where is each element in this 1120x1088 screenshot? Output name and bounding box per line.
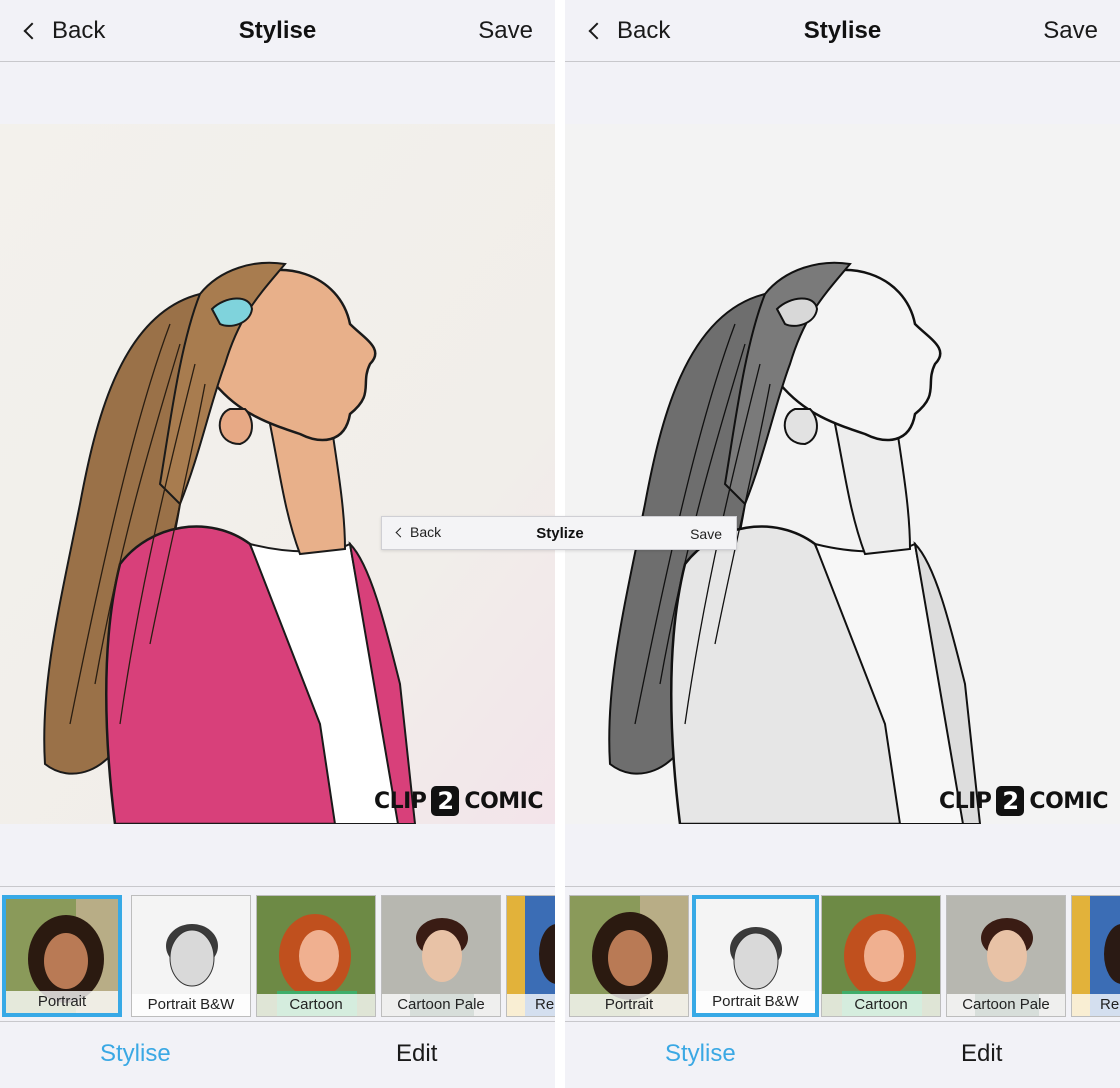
navigation-bar: Back Stylise Save bbox=[0, 0, 555, 62]
logo-text-comic: COMIC bbox=[1029, 788, 1108, 814]
style-thumb-partial[interactable]: Re bbox=[1071, 895, 1120, 1017]
logo-text-two: 2 bbox=[431, 786, 460, 816]
inset-back-label: Back bbox=[410, 524, 442, 540]
back-button[interactable]: Back bbox=[20, 14, 105, 48]
save-button[interactable]: Save bbox=[478, 17, 533, 45]
style-picker: Portrait Portrait B&W Cartoon Cartoon Pa… bbox=[565, 886, 1120, 1022]
save-button[interactable]: Save bbox=[1043, 17, 1098, 45]
style-thumb-partial[interactable]: Re bbox=[506, 895, 555, 1017]
clip2comic-logo: CLIP 2 COMIC bbox=[374, 786, 543, 816]
style-thumb-portrait[interactable]: Portrait bbox=[569, 895, 689, 1017]
stylised-photo: CLIP 2 COMIC bbox=[565, 124, 1120, 824]
style-label: Re bbox=[507, 994, 555, 1016]
photo-illustration bbox=[0, 124, 555, 824]
logo-text-clip: CLIP bbox=[938, 788, 992, 814]
back-label: Back bbox=[617, 17, 671, 44]
photo-illustration bbox=[565, 124, 1120, 824]
tab-bar: Stylise Edit bbox=[565, 1022, 1120, 1088]
style-thumb-cartoon-pale[interactable]: Cartoon Pale bbox=[946, 895, 1066, 1017]
chevron-left-icon bbox=[395, 527, 406, 537]
style-label: Portrait B&W bbox=[696, 991, 815, 1013]
inset-back-button[interactable]: Back bbox=[394, 524, 441, 540]
back-label: Back bbox=[52, 17, 106, 44]
style-label: Cartoon Pale bbox=[382, 994, 500, 1016]
style-thumb-portrait-bw[interactable]: Portrait B&W bbox=[131, 895, 251, 1017]
style-label: Cartoon Pale bbox=[947, 994, 1065, 1016]
clip2comic-logo: CLIP 2 COMIC bbox=[939, 786, 1108, 816]
tab-stylise[interactable]: Stylise bbox=[100, 1040, 171, 1068]
back-button[interactable]: Back bbox=[585, 14, 670, 48]
stylised-photo: CLIP 2 COMIC bbox=[0, 124, 555, 824]
style-thumb-cartoon[interactable]: Cartoon bbox=[256, 895, 376, 1017]
style-label: Cartoon bbox=[822, 994, 940, 1016]
style-label: Portrait bbox=[570, 994, 688, 1016]
style-label: Cartoon bbox=[257, 994, 375, 1016]
tab-stylise[interactable]: Stylise bbox=[665, 1040, 736, 1068]
style-thumb-portrait-bw[interactable]: Portrait B&W bbox=[692, 895, 819, 1017]
tab-bar: Stylise Edit bbox=[0, 1022, 555, 1088]
tab-edit[interactable]: Edit bbox=[396, 1040, 437, 1068]
logo-text-clip: CLIP bbox=[373, 788, 427, 814]
navigation-bar: Back Stylise Save bbox=[565, 0, 1120, 62]
style-picker: Portrait Portrait B&W Cartoon Cartoon Pa… bbox=[0, 886, 555, 1022]
chevron-left-icon bbox=[588, 22, 606, 40]
style-label: Portrait B&W bbox=[132, 994, 250, 1016]
chevron-left-icon bbox=[23, 22, 41, 40]
logo-text-comic: COMIC bbox=[464, 788, 543, 814]
style-thumb-portrait[interactable]: Portrait bbox=[2, 895, 122, 1017]
style-label: Re bbox=[1072, 994, 1120, 1016]
inset-save-button[interactable]: Save bbox=[690, 526, 722, 542]
style-thumb-cartoon[interactable]: Cartoon bbox=[821, 895, 941, 1017]
inset-navigation-bar: Back Stylize Save bbox=[381, 516, 737, 550]
tab-edit[interactable]: Edit bbox=[961, 1040, 1002, 1068]
style-thumb-cartoon-pale[interactable]: Cartoon Pale bbox=[381, 895, 501, 1017]
style-label: Portrait bbox=[6, 991, 118, 1013]
logo-text-two: 2 bbox=[996, 786, 1025, 816]
